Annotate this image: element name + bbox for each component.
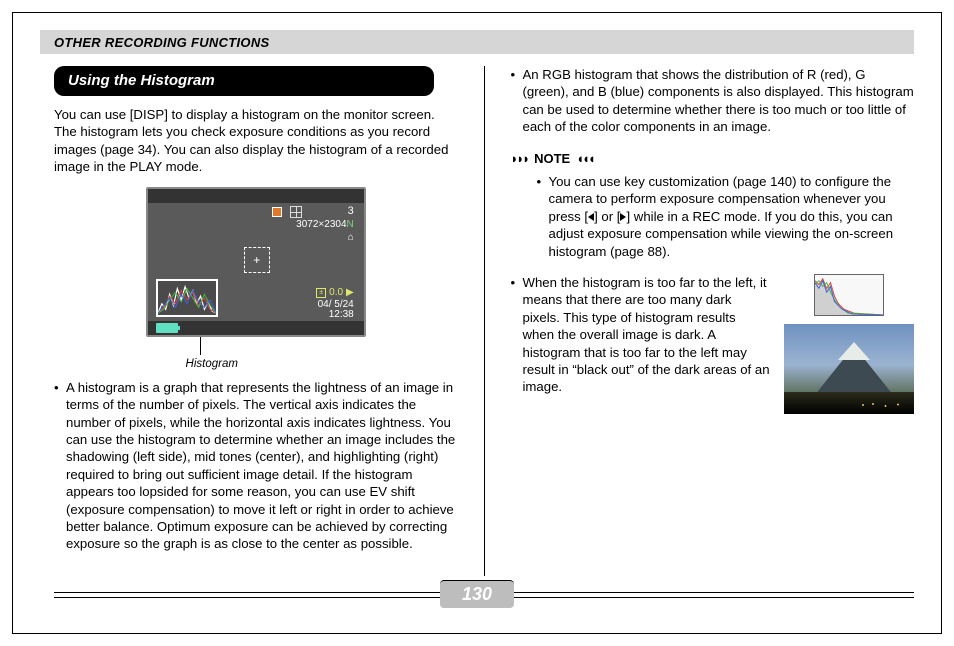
wb-indoor-icon: ⌂ (348, 231, 354, 244)
resolution-value: 3072×2304 (296, 219, 346, 230)
section-header-bar: OTHER RECORDING FUNCTIONS (40, 30, 914, 54)
bullet-what-is-histogram: A histogram is a graph that represents t… (54, 379, 458, 553)
section-header-text: OTHER RECORDING FUNCTIONS (54, 35, 270, 50)
column-divider (484, 66, 485, 576)
bullet-rgb-histogram: An RGB histogram that shows the distribu… (511, 66, 915, 136)
note-body: You can use key customization (page 140)… (511, 173, 915, 260)
note-ornament-left-icon: ◗◗◗ (511, 150, 529, 167)
record-indicator-icon (272, 207, 282, 217)
focus-reticle-icon (244, 247, 270, 273)
callout-line (200, 337, 201, 355)
note-label: NOTE (534, 150, 570, 167)
mountain-shape (814, 346, 894, 396)
intro-paragraph: You can use [DISP] to display a histogra… (54, 106, 458, 176)
ev-icon: ± (316, 288, 326, 298)
right-column: An RGB histogram that shows the distribu… (511, 66, 915, 576)
histogram-thumbnail (156, 279, 218, 317)
resolution-quality: N (347, 219, 354, 230)
histogram-caption: Histogram (186, 357, 238, 372)
left-skewed-histogram (814, 274, 884, 316)
battery-icon (156, 323, 178, 333)
dark-sample-photo (784, 324, 914, 414)
camera-screen: 3 3072×2304N ⌂ ± 0.0 ▶ 04/ 5/24 12:38 (146, 187, 366, 337)
shots-remaining: 3 (348, 204, 354, 219)
screen-bottom-band (148, 321, 364, 335)
histogram-svg (158, 281, 216, 315)
city-lights (858, 400, 908, 410)
page-number: 130 (440, 580, 514, 608)
dark-example-stack (784, 274, 914, 414)
screen-top-band (148, 189, 364, 203)
right-bullets-top: An RGB histogram that shows the distribu… (511, 66, 915, 136)
subsection-title: Using the Histogram (54, 66, 434, 96)
camera-screen-figure: 3 3072×2304N ⌂ ± 0.0 ▶ 04/ 5/24 12:38 (54, 187, 458, 372)
left-bullets: A histogram is a graph that represents t… (54, 379, 458, 553)
bullet-too-dark: When the histogram is too far to the lef… (511, 274, 771, 396)
content-columns: Using the Histogram You can use [DISP] t… (54, 66, 914, 576)
resolution-readout: 3072×2304N (296, 218, 354, 231)
left-column: Using the Histogram You can use [DISP] t… (54, 66, 458, 576)
note-heading: ◗◗◗ NOTE ◖◖◖ (511, 150, 915, 167)
dark-histogram-text: When the histogram is too far to the lef… (511, 274, 771, 404)
note-text-mid: ] or [ (594, 209, 620, 224)
note-ornament-right-icon: ◖◖◖ (576, 150, 594, 167)
dark-histogram-block: When the histogram is too far to the lef… (511, 274, 915, 414)
grid-icon (290, 206, 302, 218)
time-readout: 12:38 (329, 308, 354, 321)
note-bullet: You can use key customization (page 140)… (537, 173, 911, 260)
